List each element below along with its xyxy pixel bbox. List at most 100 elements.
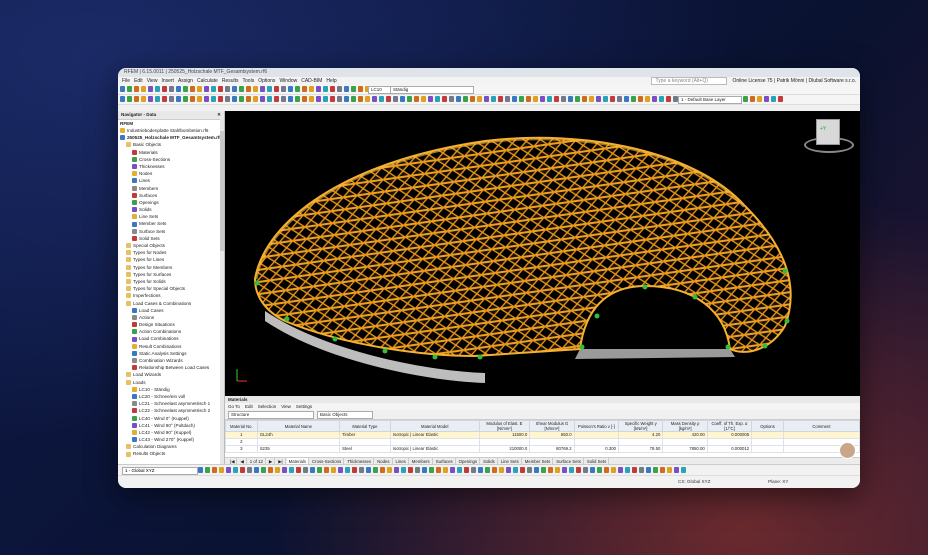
tree-item[interactable]: Types for Surfaces — [118, 271, 224, 278]
tree-item[interactable]: Imperfections — [118, 292, 224, 299]
tree-item[interactable]: Members — [118, 185, 224, 192]
toolbar-icon[interactable] — [218, 86, 223, 92]
toolbar-icon[interactable] — [197, 96, 202, 102]
tree-item[interactable]: LC10 - Ständig — [118, 386, 224, 393]
toolbar-icon[interactable] — [590, 467, 595, 473]
cell-g[interactable]: 650.0 — [529, 431, 575, 439]
toolbar-icon[interactable] — [330, 96, 335, 102]
column-header[interactable]: Poisson's Ratio ν [-] — [573, 420, 620, 432]
toolbar-icon[interactable] — [520, 467, 525, 473]
tree-item[interactable]: Results Objects — [118, 450, 224, 457]
table-menu-view[interactable]: View — [281, 403, 291, 410]
toolbar-icon[interactable] — [120, 86, 125, 92]
toolbar-icon[interactable] — [764, 96, 769, 102]
toolbar-icon[interactable] — [148, 86, 153, 92]
column-header[interactable]: Specific Weight γ [kN/m³] — [618, 420, 664, 432]
toolbar-icon[interactable] — [548, 467, 553, 473]
tree-item[interactable]: LC42 - Wind 90° (Kuppel) — [118, 429, 224, 436]
load-case-code-select[interactable]: LC10 — [368, 86, 392, 94]
toolbar-icon[interactable] — [225, 96, 230, 102]
cell-type[interactable] — [339, 438, 391, 446]
toolbar-icon[interactable] — [239, 86, 244, 92]
column-header[interactable]: Comment — [782, 420, 860, 432]
toolbar-icon[interactable] — [400, 96, 405, 102]
toolbar-icon[interactable] — [120, 96, 125, 102]
toolbar-icon[interactable] — [778, 96, 783, 102]
column-header[interactable]: Material Type — [339, 420, 391, 432]
menu-help[interactable]: Help — [326, 77, 336, 85]
toolbar-icon[interactable] — [205, 467, 210, 473]
toolbar-icon[interactable] — [771, 96, 776, 102]
cell-g[interactable] — [529, 438, 575, 446]
tree-item[interactable]: Static Analysis Settings — [118, 350, 224, 357]
toolbar-icon[interactable] — [757, 96, 762, 102]
tree-item[interactable]: Line Sets — [118, 213, 224, 220]
column-header[interactable]: Modulus of Elast. E [N/mm²] — [478, 420, 531, 432]
cell-no[interactable]: 2 — [225, 438, 258, 446]
toolbar-icon[interactable] — [232, 96, 237, 102]
toolbar-icon[interactable] — [561, 96, 566, 102]
toolbar-icon[interactable] — [358, 96, 363, 102]
toolbar-icon[interactable] — [653, 467, 658, 473]
toolbar-icon[interactable] — [183, 96, 188, 102]
toolbar-icon[interactable] — [211, 86, 216, 92]
toolbar-icon[interactable] — [576, 467, 581, 473]
toolbar-icon[interactable] — [302, 96, 307, 102]
tree-item[interactable]: Industriebodenplatte Stahlbombetion.rf6 — [118, 127, 224, 134]
toolbar-icon[interactable] — [408, 467, 413, 473]
tree-item[interactable]: Relationship Between Load Cases — [118, 364, 224, 371]
toolbar-icon[interactable] — [386, 96, 391, 102]
cell-e[interactable] — [478, 438, 531, 446]
toolbar-icon[interactable] — [253, 86, 258, 92]
toolbar-icon[interactable] — [359, 467, 364, 473]
toolbar-icon[interactable] — [176, 96, 181, 102]
toolbar-icon[interactable] — [274, 86, 279, 92]
toolbar-icon[interactable] — [239, 96, 244, 102]
toolbar-icon[interactable] — [225, 86, 230, 92]
menu-file[interactable]: File — [122, 77, 130, 85]
table-row[interactable]: 3 S235 Steel Isotropic | Linear Elastic 2100… — [225, 445, 860, 453]
cell-type[interactable]: Steel — [339, 445, 391, 453]
toolbar-icon[interactable] — [491, 96, 496, 102]
toolbar-icon[interactable] — [246, 86, 251, 92]
toolbar-icon[interactable] — [639, 467, 644, 473]
cell-nu[interactable] — [573, 431, 620, 439]
table-menu-selection[interactable]: Selection — [258, 403, 277, 410]
toolbar-icon[interactable] — [127, 86, 132, 92]
toolbar-icon[interactable] — [345, 467, 350, 473]
toolbar-icon[interactable] — [513, 467, 518, 473]
toolbar-icon[interactable] — [141, 86, 146, 92]
column-header[interactable]: Options — [751, 420, 784, 432]
menu-insert[interactable]: Insert — [161, 77, 174, 85]
toolbar-icon[interactable] — [309, 96, 314, 102]
toolbar-icon[interactable] — [555, 467, 560, 473]
tree-item[interactable]: Calculation Diagrams — [118, 443, 224, 450]
toolbar-icon[interactable] — [681, 467, 686, 473]
toolbar-icon[interactable] — [547, 96, 552, 102]
toolbar-icon[interactable] — [155, 86, 160, 92]
cell-rho[interactable] — [662, 438, 708, 446]
toolbar-icon[interactable] — [568, 96, 573, 102]
toolbar-icon[interactable] — [204, 86, 209, 92]
toolbar-icon[interactable] — [212, 467, 217, 473]
cell-type[interactable]: Timber — [339, 431, 391, 439]
table-menu-settings[interactable]: Settings — [296, 403, 312, 410]
toolbar-icon[interactable] — [254, 467, 259, 473]
toolbar-icon[interactable] — [505, 96, 510, 102]
toolbar-icon[interactable] — [324, 467, 329, 473]
toolbar-icon[interactable] — [232, 86, 237, 92]
toolbar-icon[interactable] — [645, 96, 650, 102]
toolbar-icon[interactable] — [281, 86, 286, 92]
toolbar-icon[interactable] — [373, 467, 378, 473]
toolbar-icon[interactable] — [366, 467, 371, 473]
toolbar-icon[interactable] — [750, 96, 755, 102]
toolbar-icon[interactable] — [667, 467, 672, 473]
column-header[interactable]: Shear Modulus G [N/mm²] — [529, 420, 575, 432]
tree-item[interactable]: Load Wizards — [118, 371, 224, 378]
toolbar-icon[interactable] — [478, 467, 483, 473]
tree-item[interactable]: Openings — [118, 199, 224, 206]
cell-w[interactable] — [618, 438, 664, 446]
toolbar-icon[interactable] — [204, 96, 209, 102]
toolbar-icon[interactable] — [134, 96, 139, 102]
toolbar-icon[interactable] — [310, 467, 315, 473]
